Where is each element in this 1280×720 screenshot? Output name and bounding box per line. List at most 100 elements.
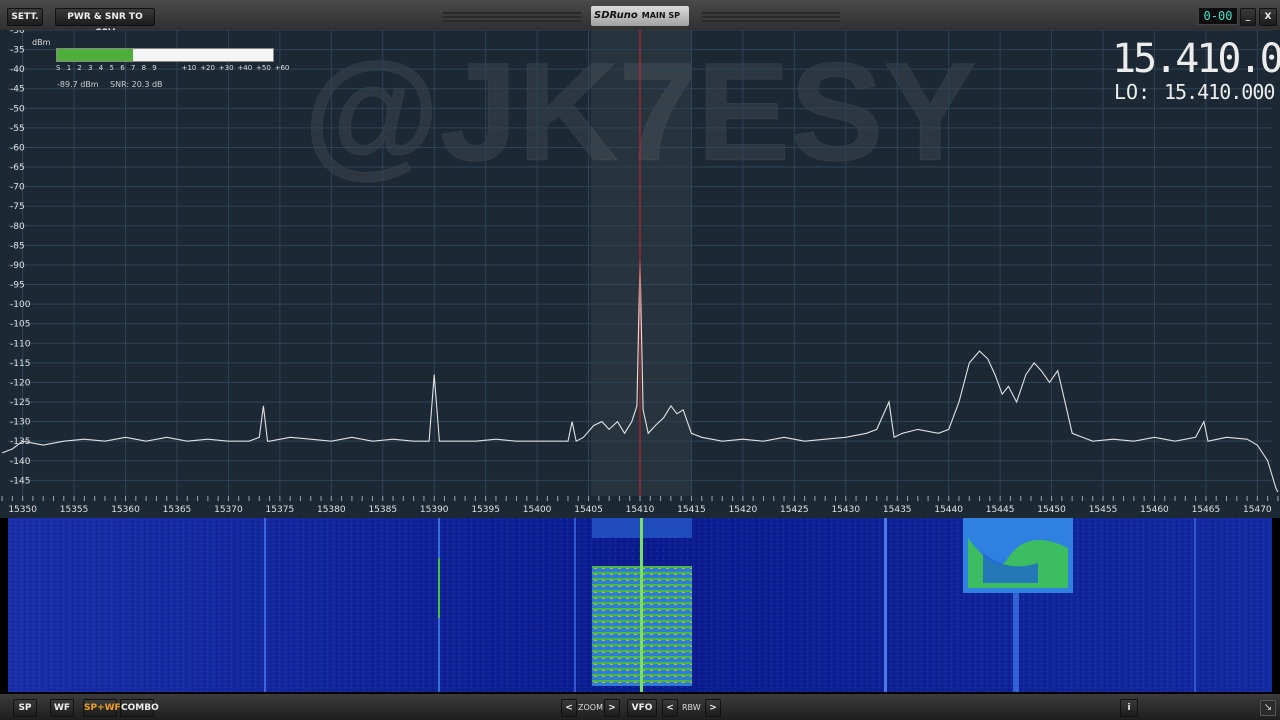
y-tick-label: -145 (10, 476, 30, 486)
s-meter-scale-label: 8 (141, 64, 147, 72)
s-meter-bar (56, 48, 274, 62)
x-tick-label: 15350 (8, 505, 37, 515)
waterfall-panel[interactable] (8, 518, 1272, 692)
counter-display: 0-00 (1198, 7, 1238, 25)
y-tick-label: -40 (10, 65, 25, 75)
power-readout: -89.7 dBm (57, 80, 99, 89)
waterfall-carrier-15373 (264, 518, 266, 692)
info-button[interactable]: i (1120, 699, 1138, 717)
x-tick-label: 15395 (471, 505, 500, 515)
y-tick-label: -110 (10, 339, 31, 349)
s-meter-scale-label: 3 (88, 64, 93, 72)
s-meter-scale-label: 9 (152, 64, 157, 72)
y-tick-label: -65 (10, 163, 25, 173)
rbw-decrease-button[interactable]: < (662, 699, 678, 717)
drag-grip-right[interactable] (702, 10, 840, 22)
s-meter-scale: S 1 2 3 4 5 6 7 8 9 +10 +20 +30 +40 +50 +60 (56, 64, 289, 74)
spectrum-panel[interactable]: @JK7ESY -30 -35 -40 -45 -50 -55 -60 -65 -70 -75 -8… (0, 30, 1280, 518)
y-tick-label: -80 (10, 222, 25, 232)
rbw-increase-button[interactable]: > (705, 699, 721, 717)
s-meter-scale-label: 4 (98, 64, 104, 72)
frequency-display[interactable]: 15.410.000 (1112, 36, 1280, 82)
bottom-bar: SP WF SP+WF COMBO < ZOOM > VFO < RBW > i… (0, 694, 1280, 720)
x-tick-label: 15435 (883, 505, 912, 515)
close-button[interactable]: X (1259, 8, 1277, 26)
x-tick-label: 15460 (1140, 505, 1169, 515)
y-tick-label: -90 (10, 261, 25, 271)
x-tick-label: 15400 (523, 505, 552, 515)
x-tick-label: 15455 (1089, 505, 1118, 515)
s-meter-scale-label: +40 (237, 64, 253, 72)
pwr-snr-csv-button[interactable]: PWR & SNR TO CSV (55, 8, 155, 38)
s-meter-scale-label: 6 (120, 64, 125, 72)
x-tick-label: 15385 (368, 505, 397, 515)
y-tick-label: -85 (10, 241, 25, 251)
x-tick-label: 15355 (60, 505, 89, 515)
app-logo: SDRuno (594, 10, 638, 21)
s-meter-scale-label: +60 (274, 64, 290, 72)
s-meter-scale-label: +30 (218, 64, 234, 72)
s-meter-scale-label: 7 (130, 64, 136, 72)
sp-view-button[interactable]: SP (13, 699, 37, 717)
x-tick-label: 15415 (677, 505, 706, 515)
y-tick-label: -130 (10, 418, 31, 428)
snr-readout: SNR: 20.3 dB (110, 80, 163, 89)
y-tick-label: -70 (10, 183, 25, 193)
panel-name: MAIN SP (641, 11, 680, 20)
x-tick-label: 15470 (1243, 505, 1272, 515)
x-tick-label: 15410 (626, 505, 655, 515)
sp-wf-view-button[interactable]: SP+WF (83, 699, 121, 717)
y-tick-label: -35 (10, 46, 25, 56)
zoom-increase-button[interactable]: > (604, 699, 620, 717)
spectrum-chart[interactable]: @JK7ESY -30-35-40-45-50-55-60-65-70-75-8… (0, 30, 1280, 518)
drag-grip[interactable] (443, 10, 581, 22)
s-meter-scale-label: +10 (181, 64, 197, 72)
x-tick-label: 15360 (111, 505, 140, 515)
x-tick-label: 15380 (317, 505, 346, 515)
rbw-label: RBW (682, 703, 701, 712)
y-tick-label: -75 (10, 202, 25, 212)
y-tick-label: -105 (10, 320, 30, 330)
x-tick-label: 15405 (574, 505, 603, 515)
x-tick-label: 15365 (163, 505, 192, 515)
y-tick-label: -95 (10, 281, 25, 291)
x-tick-label: 15420 (729, 505, 758, 515)
y-tick-label: -30 (10, 30, 25, 36)
vfo-button[interactable]: VFO (627, 699, 657, 717)
zoom-decrease-button[interactable]: < (561, 699, 577, 717)
waterfall-image (8, 518, 1272, 692)
combo-view-button[interactable]: COMBO (120, 699, 159, 717)
s-meter-scale-label: 1 (66, 64, 72, 72)
s-meter-scale-label: 5 (109, 64, 114, 72)
lo-label: LO: (1114, 80, 1151, 104)
minimize-button[interactable]: _ (1240, 8, 1256, 26)
y-tick-label: -55 (10, 124, 25, 134)
s-meter-scale-label: 2 (77, 64, 82, 72)
y-tick-label: -60 (10, 143, 25, 153)
app-badge: SDRuno MAIN SP (591, 6, 689, 26)
wf-view-button[interactable]: WF (50, 699, 74, 717)
y-tick-label: -125 (10, 398, 30, 408)
x-tick-label: 15370 (214, 505, 243, 515)
y-tick-label: -120 (10, 378, 31, 388)
y-tick-label: -45 (10, 85, 25, 95)
y-tick-label: -50 (10, 104, 25, 114)
x-tick-label: 15430 (831, 505, 860, 515)
resize-grip-icon[interactable]: ↘ (1260, 700, 1276, 716)
s-meter-unit: dBm (32, 38, 51, 47)
y-tick-label: -140 (10, 457, 31, 467)
x-tick-label: 15425 (780, 505, 809, 515)
y-tick-label: -100 (10, 300, 31, 310)
zoom-label: ZOOM (578, 703, 603, 712)
s-meter-scale-label: +20 (200, 64, 215, 72)
x-tick-label: 15440 (934, 505, 963, 515)
x-tick-label: 15390 (420, 505, 449, 515)
settings-button[interactable]: SETT. (7, 8, 43, 26)
s-meter-fill (57, 49, 133, 61)
s-meter-scale-label: S (56, 64, 61, 72)
y-tick-label: -115 (10, 359, 30, 369)
x-tick-label: 15445 (986, 505, 1015, 515)
lo-frequency-display[interactable]: 15.410.000 (1164, 80, 1275, 104)
x-tick-label: 15375 (266, 505, 295, 515)
x-tick-label: 15450 (1037, 505, 1066, 515)
